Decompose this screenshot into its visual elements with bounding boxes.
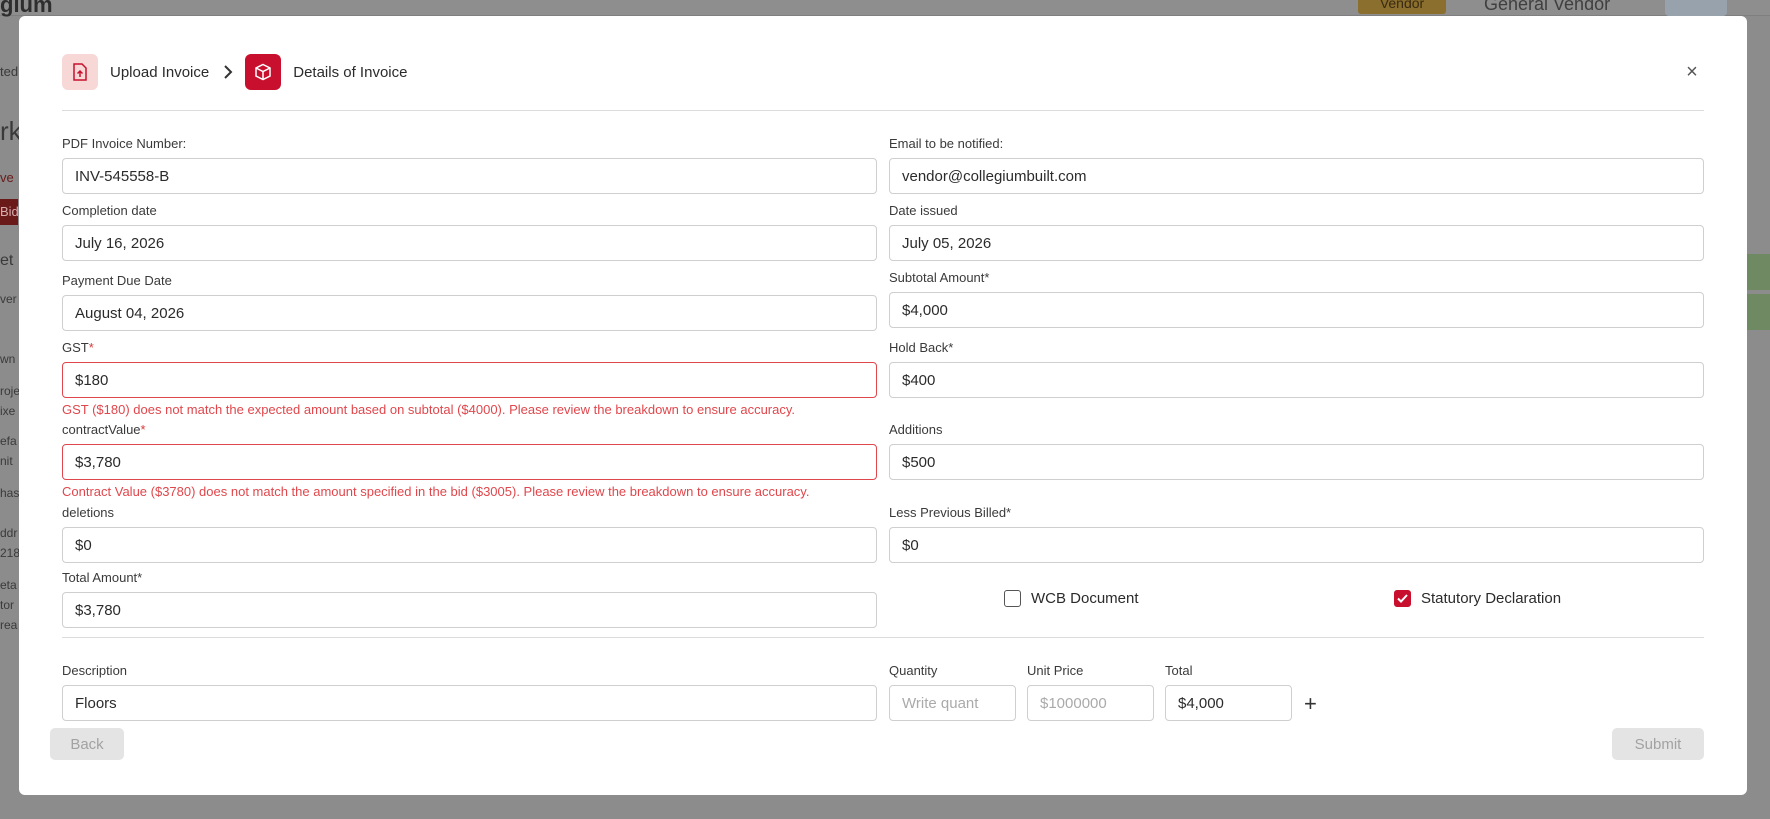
description-label: Description: [62, 663, 128, 678]
wcb-document-label: WCB Document: [1031, 590, 1139, 607]
gst-label-text: GST: [62, 340, 89, 355]
pdf-invoice-number-input[interactable]: [62, 158, 877, 194]
email-notified-label: Email to be notified:: [889, 136, 1004, 151]
description-input[interactable]: [62, 685, 877, 721]
payment-due-date-field: Payment Due Date: [62, 273, 877, 331]
background-fragment: ver: [0, 292, 17, 306]
background-fragment: rea: [0, 618, 18, 632]
deletions-field: deletions: [62, 505, 877, 563]
quantity-field: Quantity: [889, 663, 1016, 721]
required-mark: *: [88, 340, 94, 355]
background-fragment: ve: [0, 170, 14, 185]
pdf-invoice-number-field: PDF Invoice Number:: [62, 136, 877, 194]
completion-date-input[interactable]: [62, 225, 877, 261]
date-issued-field: Date issued: [889, 203, 1704, 261]
deletions-label: deletions: [62, 505, 115, 520]
checkmark-icon: [1397, 594, 1408, 603]
subtotal-amount-field: Subtotal Amount*: [889, 270, 1704, 328]
less-previous-billed-input[interactable]: [889, 527, 1704, 563]
background-fragment: ddr: [0, 526, 18, 540]
gst-field: GST* GST ($180) does not match the expec…: [62, 340, 877, 418]
completion-date-label: Completion date: [62, 203, 157, 218]
line-total-label: Total: [1165, 663, 1193, 678]
background-vendor-badge: Vendor: [1358, 0, 1446, 14]
unit-price-field: Unit Price: [1027, 663, 1154, 721]
stepper-header: Upload Invoice Details of Invoice ×: [62, 52, 1704, 92]
subtotal-amount-input[interactable]: [889, 292, 1704, 328]
required-mark: *: [140, 422, 146, 437]
contract-value-error-message: Contract Value ($3780) does not match th…: [62, 484, 810, 499]
date-issued-label: Date issued: [889, 203, 958, 218]
total-amount-field: Total Amount*: [62, 570, 877, 628]
email-notified-field: Email to be notified:: [889, 136, 1704, 194]
wcb-document-checkbox-row[interactable]: WCB Document: [1004, 590, 1139, 607]
background-fragment: ixe: [0, 404, 16, 418]
hold-back-field: Hold Back*: [889, 340, 1704, 398]
additions-label: Additions: [889, 422, 943, 437]
background-green-strip: [1746, 294, 1770, 330]
line-total-field: Total: [1165, 663, 1292, 721]
add-line-item-icon[interactable]: +: [1304, 693, 1317, 715]
payment-due-date-input[interactable]: [62, 295, 877, 331]
background-avatar: [1665, 0, 1727, 16]
background-green-strip: [1746, 254, 1770, 290]
box-icon[interactable]: [245, 54, 282, 90]
background-topbar: gium Vendor General Vendor: [0, 0, 1770, 17]
background-fragment: ted: [0, 64, 19, 79]
back-button[interactable]: Back: [50, 728, 124, 760]
wcb-document-checkbox[interactable]: [1004, 590, 1021, 607]
background-fragment: eta: [0, 578, 17, 592]
close-icon[interactable]: ×: [1680, 60, 1704, 84]
background-fragment: efa: [0, 434, 17, 448]
unit-price-label: Unit Price: [1027, 663, 1084, 678]
total-amount-label: Total Amount*: [62, 570, 143, 585]
background-fragment: tor: [0, 598, 15, 612]
contract-value-label-text: contractValue: [62, 422, 141, 437]
step-details-of-invoice[interactable]: Details of Invoice: [293, 64, 407, 81]
completion-date-field: Completion date: [62, 203, 877, 261]
description-field: Description: [62, 663, 877, 721]
statutory-declaration-checkbox-row[interactable]: Statutory Declaration: [1394, 590, 1561, 607]
additions-input[interactable]: [889, 444, 1704, 480]
header-divider: [62, 110, 1704, 111]
payment-due-date-label: Payment Due Date: [62, 273, 172, 288]
email-notified-input[interactable]: [889, 158, 1704, 194]
quantity-label: Quantity: [889, 663, 938, 678]
background-fragment: 218: [0, 546, 21, 560]
submit-button[interactable]: Submit: [1612, 728, 1704, 760]
background-fragment: roje: [0, 384, 21, 398]
section-divider: [62, 637, 1704, 638]
hold-back-input[interactable]: [889, 362, 1704, 398]
less-previous-billed-field: Less Previous Billed*: [889, 505, 1704, 563]
additions-field: Additions: [889, 422, 1704, 480]
gst-error-message: GST ($180) does not match the expected a…: [62, 402, 796, 417]
unit-price-input[interactable]: [1027, 685, 1154, 721]
contract-value-field: contractValue* Contract Value ($3780) do…: [62, 422, 877, 500]
statutory-declaration-label: Statutory Declaration: [1421, 590, 1562, 607]
gst-label: GST*: [62, 340, 877, 356]
chevron-right-icon: [223, 65, 233, 79]
background-fragment: nit: [0, 454, 13, 468]
line-total-input[interactable]: [1165, 685, 1292, 721]
hold-back-label: Hold Back*: [889, 340, 954, 355]
subtotal-amount-label: Subtotal Amount*: [889, 270, 990, 285]
total-amount-input[interactable]: [62, 592, 877, 628]
contract-value-input[interactable]: [62, 444, 877, 480]
invoice-details-modal: Upload Invoice Details of Invoice × PDF …: [19, 16, 1747, 795]
less-previous-billed-label: Less Previous Billed*: [889, 505, 1012, 520]
gst-input[interactable]: [62, 362, 877, 398]
statutory-declaration-checkbox[interactable]: [1394, 590, 1411, 607]
pdf-invoice-number-label: PDF Invoice Number:: [62, 136, 187, 151]
contract-value-label: contractValue*: [62, 422, 877, 438]
upload-file-icon[interactable]: [62, 54, 98, 90]
date-issued-input[interactable]: [889, 225, 1704, 261]
quantity-input[interactable]: [889, 685, 1016, 721]
background-fragment: Bid: [0, 204, 19, 219]
background-general-vendor: General Vendor: [1484, 0, 1611, 14]
background-fragment: has: [0, 486, 20, 500]
background-fragment: wn: [0, 352, 16, 366]
deletions-input[interactable]: [62, 527, 877, 563]
step-upload-invoice[interactable]: Upload Invoice: [110, 64, 209, 81]
